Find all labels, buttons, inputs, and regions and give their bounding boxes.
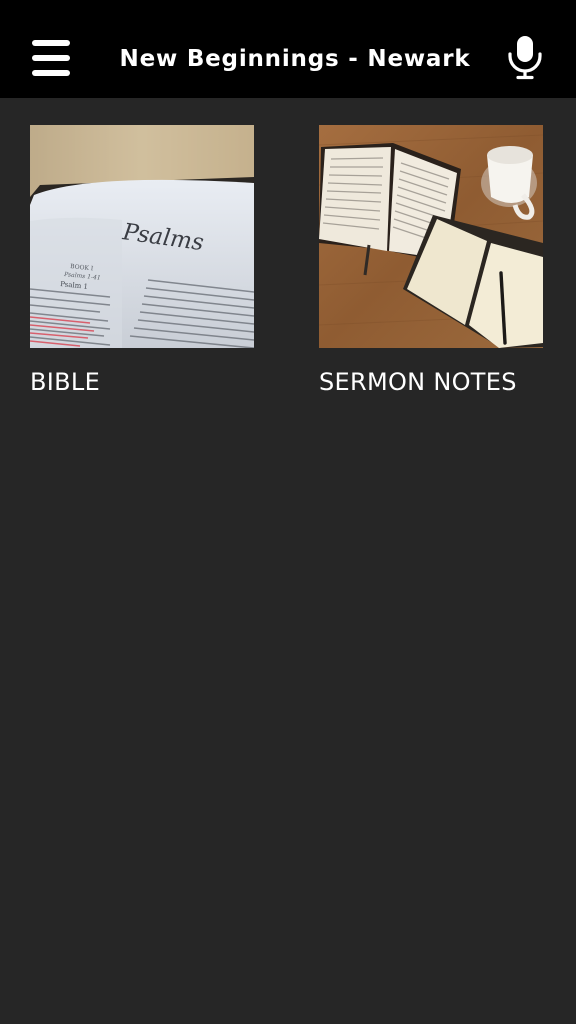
app-screen: New Beginnings - Newark Psalms BOOK I Ps…: [0, 0, 576, 1024]
sermon-notes-tile-label: SERMON NOTES: [319, 368, 517, 396]
microphone-button[interactable]: [505, 34, 545, 80]
bible-tile-label: BIBLE: [30, 368, 101, 396]
bible-tile[interactable]: Psalms BOOK I Psalms 1-41 Psalm 1 BIBLE: [30, 125, 254, 396]
app-title: New Beginnings - Newark: [119, 46, 471, 72]
sermon-notes-tile[interactable]: SERMON NOTES: [319, 125, 543, 396]
open-bible-psalms-image: Psalms BOOK I Psalms 1-41 Psalm 1: [30, 125, 254, 348]
microphone-icon: [508, 36, 542, 80]
top-app-bar: New Beginnings - Newark: [0, 0, 576, 98]
menu-button[interactable]: [30, 38, 72, 78]
bible-notebook-coffee-image: [319, 125, 543, 348]
